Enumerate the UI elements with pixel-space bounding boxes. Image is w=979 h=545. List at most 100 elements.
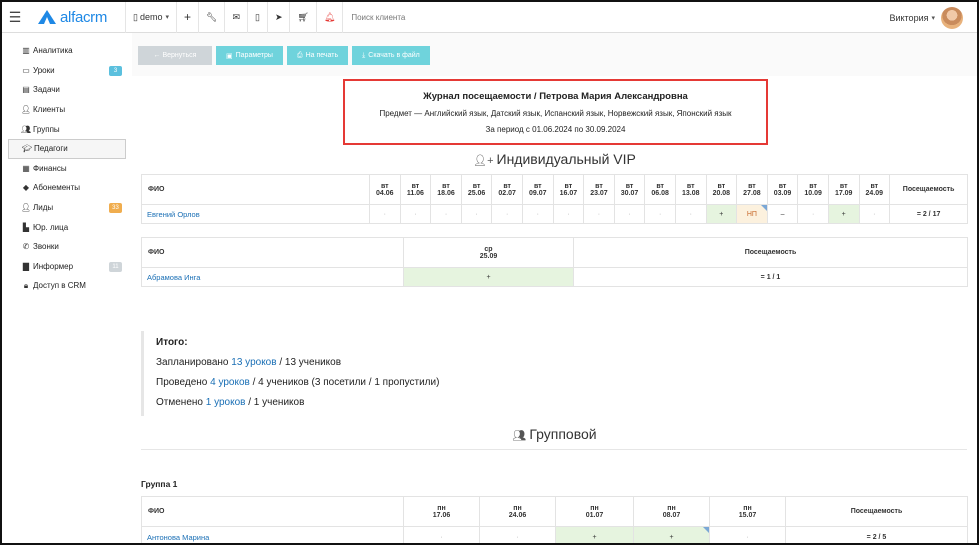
- sidebar-item-6[interactable]: ▦ Финансы: [8, 159, 126, 179]
- avatar: [941, 6, 963, 29]
- sidebar-item-0[interactable]: ▥ Аналитика: [8, 41, 126, 61]
- date-header: вт 27.08: [736, 174, 768, 205]
- totals-title: Итого:: [156, 337, 188, 348]
- sidebar-item-10[interactable]: ✆ Звонки: [8, 237, 126, 257]
- paper-plane-icon: ➤: [274, 11, 283, 22]
- cancelled-prefix: Отменено: [156, 397, 203, 408]
- held-lessons-link[interactable]: 4 уроков: [210, 377, 250, 388]
- date: 15.07: [738, 511, 757, 519]
- sidebar-item-label: Звонки: [33, 242, 59, 252]
- sidebar-item-5[interactable]: 🎓︎ Педагоги: [8, 138, 126, 159]
- sidebar-item-7[interactable]: ◆ Абонементы: [8, 178, 126, 198]
- date-header: вт 09.07: [521, 174, 554, 205]
- back-button[interactable]: ← Вернуться: [138, 46, 212, 65]
- journal-subject: Предмет — Английский язык, Датский язык,…: [379, 109, 732, 118]
- attendance-cell[interactable]: НП: [736, 204, 768, 224]
- sidebar-item-3[interactable]: 👤︎ Клиенты: [8, 100, 126, 120]
- mail-button[interactable]: ✉: [224, 2, 247, 33]
- attendance-cell[interactable]: +: [633, 526, 710, 543]
- date: 23.07: [590, 189, 608, 197]
- date: 25.06: [467, 189, 486, 197]
- journal-title: Журнал посещаемости / Петрова Мария Алек…: [423, 91, 688, 102]
- sidebar-item-8[interactable]: 👤︎ Лиды 33: [8, 198, 126, 218]
- weekday: пн: [590, 504, 599, 512]
- attendance-cell[interactable]: +: [705, 204, 738, 224]
- student-name-link[interactable]: Евгений Орлов: [141, 204, 370, 224]
- attendance-cell[interactable]: +: [555, 526, 634, 543]
- date-header: вт 03.09: [766, 174, 799, 205]
- attendance-cell[interactable]: ·: [479, 526, 556, 543]
- client-search-input[interactable]: Поиск клиента: [342, 2, 542, 33]
- attendance-cell[interactable]: ·: [430, 204, 462, 224]
- cancelled-lessons-link[interactable]: 1 уроков: [206, 397, 246, 408]
- attendance-cell[interactable]: ·: [460, 204, 493, 224]
- attendance-cell[interactable]: +: [403, 267, 574, 287]
- student-name-link[interactable]: Антонова Марина: [141, 526, 404, 543]
- telegram-button[interactable]: ➤: [266, 2, 290, 33]
- print-button[interactable]: ⎙ На печать: [286, 46, 349, 65]
- weekday: вт: [717, 182, 726, 190]
- attendance-cell[interactable]: ·: [403, 526, 480, 543]
- sidebar-item-label: Лиды: [33, 203, 54, 213]
- date: 01.07: [585, 511, 604, 519]
- sidebar-item-11[interactable]: ▇ Информер 11: [8, 257, 126, 277]
- logo[interactable]: alfacrm: [28, 2, 126, 33]
- weekday: вт: [656, 182, 664, 190]
- sidebar-item-12[interactable]: 🔒︎ Доступ в CRM: [8, 276, 126, 296]
- attendance-cell[interactable]: ·: [858, 204, 891, 224]
- date: 20.08: [712, 189, 731, 197]
- notifications-button[interactable]: 🔔︎: [315, 2, 342, 33]
- attendance-cell[interactable]: ·: [674, 204, 707, 224]
- user-menu[interactable]: Виктория ▾: [889, 2, 963, 33]
- sidebar-item-9[interactable]: ▙ Юр. лица: [8, 217, 126, 237]
- date-header: вт 04.06: [369, 174, 401, 205]
- add-button[interactable]: +: [175, 2, 198, 33]
- sidebar-item-2[interactable]: ▤ Задачи: [8, 80, 126, 100]
- tools-button[interactable]: 🔧︎: [198, 2, 224, 33]
- sidebar-item-label: Абонементы: [33, 183, 81, 193]
- fio-header: ФИО: [141, 237, 404, 268]
- date-header: вт 11.06: [399, 174, 432, 205]
- attendance-cell[interactable]: ·: [644, 204, 676, 224]
- weekday: вт: [595, 182, 603, 190]
- sidebar-item-label: Информер: [33, 261, 74, 271]
- planned-lessons-link[interactable]: 13 уроков: [231, 357, 276, 368]
- student-name-link[interactable]: Абрамова Инга: [141, 267, 404, 287]
- mobile-button[interactable]: ▯: [246, 2, 267, 33]
- sidebar-item-1[interactable]: ▭ Уроки 3: [8, 61, 126, 81]
- attendance-cell[interactable]: ·: [369, 204, 401, 224]
- sidebar-badge: 3: [109, 65, 122, 76]
- attendance-cell[interactable]: ·: [552, 204, 585, 224]
- table-row: Абрамова Инга + = 1 / 1: [141, 267, 968, 287]
- download-icon: ⤓: [362, 51, 366, 59]
- tag-icon: ◆: [22, 183, 30, 193]
- menu-icon[interactable]: ☰: [2, 2, 28, 33]
- sidebar-item-label: Уроки: [33, 65, 55, 75]
- sidebar-item-4[interactable]: 👥︎ Группы: [8, 119, 126, 139]
- building-icon: ▙: [22, 222, 30, 232]
- date: 30.07: [620, 189, 639, 197]
- download-label: Скачать в файл: [368, 52, 420, 59]
- attendance-cell[interactable]: ·: [583, 204, 615, 224]
- attendance-cell[interactable]: ·: [491, 204, 523, 224]
- attendance-cell[interactable]: –: [766, 204, 799, 224]
- weekday: вт: [472, 182, 481, 190]
- calendar-icon: ▭: [22, 65, 30, 75]
- date-header: вт 06.08: [644, 174, 676, 205]
- individual-heading-text: Индивидуальный VIP: [496, 151, 636, 167]
- attendance-cell[interactable]: ·: [613, 204, 646, 224]
- weekday: вт: [503, 182, 511, 190]
- branch-selector[interactable]: ▯ demo ▾: [126, 2, 176, 33]
- cart-button[interactable]: 🛒︎: [289, 2, 315, 33]
- params-button[interactable]: ▣ Параметры: [216, 46, 283, 65]
- attendance-cell[interactable]: ·: [797, 204, 829, 224]
- date-header: вт 20.08: [705, 174, 738, 205]
- attendance-cell[interactable]: ·: [709, 526, 786, 543]
- app-window: ☰ alfacrm ▯ demo ▾ + 🔧︎ ✉ ▯ ➤ 🛒︎ 🔔︎ Поис…: [0, 0, 979, 545]
- users-icon: 👥︎: [512, 430, 527, 442]
- attendance-cell[interactable]: ·: [521, 204, 554, 224]
- download-button[interactable]: ⤓ Скачать в файл: [352, 46, 430, 65]
- attendance-cell[interactable]: +: [827, 204, 860, 224]
- weekday: вт: [442, 182, 450, 190]
- attendance-cell[interactable]: ·: [399, 204, 432, 224]
